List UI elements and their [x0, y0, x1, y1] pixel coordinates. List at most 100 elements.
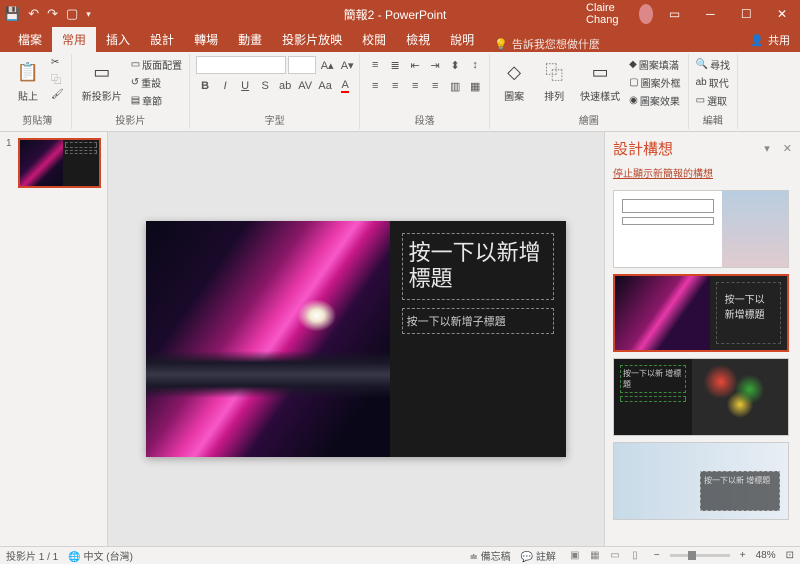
reset-button[interactable]: ↺ 重設	[130, 74, 183, 91]
design-idea-2[interactable]: 按一下以新增標題	[613, 274, 789, 352]
reading-view-icon[interactable]: ▭	[606, 550, 624, 561]
indent-dec-button[interactable]: ⇤	[406, 56, 424, 74]
shape-outline-button[interactable]: ▢ 圖案外框	[628, 74, 681, 91]
tab-animations[interactable]: 動畫	[228, 27, 272, 52]
justify-button[interactable]: ≡	[426, 77, 444, 95]
copy-button[interactable]: ⿻	[50, 70, 65, 87]
tab-review[interactable]: 校閱	[352, 27, 396, 52]
tab-design[interactable]: 設計	[140, 27, 184, 52]
zoom-slider[interactable]	[670, 554, 730, 557]
slide-thumbnail-1[interactable]: 1	[6, 138, 101, 188]
design-idea-3[interactable]: 按一下以新 增標題	[613, 358, 789, 436]
strike-button[interactable]: S	[256, 77, 274, 95]
stop-suggestions-link[interactable]: 停止顯示新簡報的構想	[605, 165, 800, 186]
numbering-button[interactable]: ≣	[386, 56, 404, 74]
line-spacing-button[interactable]: ⬍	[446, 56, 464, 74]
new-slide-button[interactable]: ▭ 新投影片	[78, 56, 126, 105]
group-label: 編輯	[695, 112, 731, 127]
shadow-button[interactable]: ab	[276, 77, 294, 95]
align-left-button[interactable]: ≡	[366, 77, 384, 95]
tell-me-label: 告訴我您想做什麼	[512, 36, 600, 52]
slideshow-view-icon[interactable]: ▯	[626, 550, 644, 561]
tab-home[interactable]: 常用	[52, 27, 96, 52]
text-direction-button[interactable]: ↕	[466, 56, 484, 74]
tab-transitions[interactable]: 轉場	[184, 27, 228, 52]
zoom-out-button[interactable]: −	[654, 550, 660, 561]
quick-styles-button[interactable]: ▭ 快速樣式	[576, 56, 624, 105]
document-title: 簡報2 - PowerPoint	[204, 6, 586, 23]
save-icon[interactable]: 💾	[4, 6, 20, 22]
format-painter-button[interactable]: 🖌	[50, 88, 65, 101]
close-icon[interactable]: ✕	[768, 7, 796, 21]
pane-close-icon[interactable]: ✕	[783, 143, 792, 155]
cut-button[interactable]: ✂	[50, 56, 65, 69]
zoom-level[interactable]: 48%	[756, 550, 776, 561]
copy-icon: ⿻	[51, 71, 61, 86]
language-status[interactable]: 🌐 中文 (台灣)	[68, 548, 133, 563]
design-idea-1[interactable]	[613, 190, 789, 268]
ribbon-options-icon[interactable]: ▭	[661, 7, 689, 21]
user-avatar[interactable]	[639, 4, 653, 24]
underline-button[interactable]: U	[236, 77, 254, 95]
tab-view[interactable]: 檢視	[396, 27, 440, 52]
shape-effects-button[interactable]: ◉ 圖案效果	[628, 92, 681, 109]
minimize-icon[interactable]: ─	[696, 7, 724, 21]
tab-help[interactable]: 說明	[440, 27, 484, 52]
styles-icon: ▭	[586, 58, 614, 86]
user-name[interactable]: Claire Chang	[586, 2, 631, 26]
spacing-button[interactable]: AV	[296, 77, 314, 95]
font-family-select[interactable]	[196, 56, 286, 74]
slide-counter[interactable]: 投影片 1 / 1	[6, 548, 58, 563]
tab-insert[interactable]: 插入	[96, 27, 140, 52]
case-button[interactable]: Aa	[316, 77, 334, 95]
paste-label: 貼上	[18, 88, 38, 103]
align-right-button[interactable]: ≡	[406, 77, 424, 95]
columns-button[interactable]: ▥	[446, 77, 464, 95]
design-idea-4[interactable]: 按一下以新 增標題	[613, 442, 789, 520]
qat-customize-icon[interactable]: ▾	[86, 9, 91, 20]
start-slideshow-icon[interactable]: ▢	[66, 6, 78, 22]
title-placeholder[interactable]: 按一下以新增標題	[402, 233, 554, 300]
paste-button[interactable]: 📋 貼上	[10, 56, 46, 105]
arrange-button[interactable]: ⿻ 排列	[536, 56, 572, 105]
group-clipboard: 📋 貼上 ✂ ⿻ 🖌 剪貼簿	[4, 54, 72, 129]
indent-inc-button[interactable]: ⇥	[426, 56, 444, 74]
bold-button[interactable]: B	[196, 77, 214, 95]
find-button[interactable]: 🔍 尋找	[695, 56, 731, 73]
group-paragraph: ≡ ≣ ⇤ ⇥ ⬍ ↕ ≡ ≡ ≡ ≡ ▥ ▦ 段落	[360, 54, 490, 129]
fit-to-window-icon[interactable]: ⊡	[786, 550, 794, 561]
decrease-font-icon[interactable]: A▾	[338, 56, 356, 74]
tab-file[interactable]: 檔案	[8, 27, 52, 52]
font-size-select[interactable]	[288, 56, 316, 74]
replace-button[interactable]: ab 取代	[695, 74, 730, 91]
smartart-button[interactable]: ▦	[466, 77, 484, 95]
shapes-button[interactable]: ◇ 圖案	[496, 56, 532, 105]
group-slides: ▭ 新投影片 ▭ 版面配置 ↺ 重設 ▤ 章節 投影片	[72, 54, 190, 129]
comments-button[interactable]: 💬 註解	[521, 548, 556, 563]
ribbon-tabs: 檔案 常用 插入 設計 轉場 動畫 投影片放映 校閱 檢視 說明 💡 告訴我您想…	[0, 28, 800, 52]
align-center-button[interactable]: ≡	[386, 77, 404, 95]
zoom-in-button[interactable]: +	[740, 550, 746, 561]
bullets-button[interactable]: ≡	[366, 56, 384, 74]
italic-button[interactable]: I	[216, 77, 234, 95]
normal-view-icon[interactable]: ▣	[566, 550, 584, 561]
font-color-button[interactable]: A	[336, 77, 354, 95]
notes-button[interactable]: ≐ 備忘稿	[470, 548, 511, 563]
select-button[interactable]: ▭ 選取	[695, 92, 728, 109]
sorter-view-icon[interactable]: ▦	[586, 550, 604, 561]
maximize-icon[interactable]: ☐	[732, 7, 760, 21]
design-ideas-list[interactable]: 按一下以新增標題 按一下以新 增標題 按一下以新 增標題	[605, 186, 800, 546]
tell-me[interactable]: 💡 告訴我您想做什麼	[494, 36, 600, 52]
tab-slideshow[interactable]: 投影片放映	[272, 27, 352, 52]
share-button[interactable]: 👤 共用	[740, 28, 800, 52]
layout-button[interactable]: ▭ 版面配置	[130, 56, 183, 73]
redo-icon[interactable]: ↷	[47, 6, 58, 22]
shape-fill-button[interactable]: ◆ 圖案填滿	[628, 56, 681, 73]
increase-font-icon[interactable]: A▴	[318, 56, 336, 74]
section-button[interactable]: ▤ 章節	[130, 92, 183, 109]
slide-editor[interactable]: 按一下以新增標題 按一下以新增子標題	[108, 132, 604, 546]
subtitle-placeholder[interactable]: 按一下以新增子標題	[402, 308, 554, 334]
slide-canvas[interactable]: 按一下以新增標題 按一下以新增子標題	[146, 221, 566, 457]
pane-dropdown-icon[interactable]: ▾	[764, 143, 770, 155]
undo-icon[interactable]: ↶	[28, 6, 39, 22]
